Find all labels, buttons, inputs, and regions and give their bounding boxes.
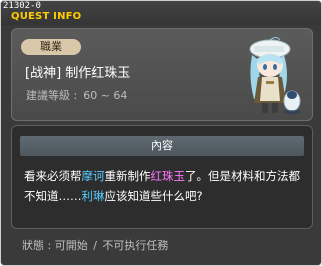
window-title: QUEST INFO xyxy=(11,11,82,22)
title-bar[interactable]: 21302-0 QUEST INFO xyxy=(1,1,321,25)
npc-portrait-icon xyxy=(249,37,301,114)
quest-name: [战神] 制作红珠玉 xyxy=(25,66,131,81)
npc-name-moka: 摩诃 xyxy=(81,169,105,183)
job-badge: 職業 xyxy=(21,39,81,55)
quest-summary-panel: 職業 [战神] 制作红珠玉 建議等級 : 60 ~ 64 xyxy=(11,28,313,121)
status-note: 不可执行任務 xyxy=(102,239,169,252)
desc-segment: 看来必须帮 xyxy=(24,169,82,183)
npc-name-lilin: 利琳 xyxy=(81,189,105,203)
content-header: 內容 xyxy=(20,136,304,156)
status-separator: / xyxy=(93,239,97,252)
status-value: 可開始 xyxy=(54,239,88,252)
quest-status: 狀態 : 可開始 / 不可执行任務 xyxy=(22,239,168,253)
quest-description: 看来必须帮摩诃重新制作红珠玉了。但是材料和方法都不知道……利琳应该知道些什么吧? xyxy=(24,166,308,206)
desc-segment: 应该知道些什么吧? xyxy=(104,189,203,203)
desc-segment: 重新制作 xyxy=(104,169,151,183)
quest-id: 21302-0 xyxy=(3,1,41,11)
quest-info-window: 21302-0 QUEST INFO 職業 [战神] 制作红珠玉 建議等級 : 6… xyxy=(0,0,322,266)
status-label: 狀態 : xyxy=(22,239,52,252)
quest-content-panel: 內容 看来必须帮摩诃重新制作红珠玉了。但是材料和方法都不知道……利琳应该知道些什… xyxy=(11,125,313,229)
item-name-red-jade: 红珠玉 xyxy=(150,169,186,183)
level-label: 建議等級 : xyxy=(26,89,78,102)
level-range: 60 ~ 64 xyxy=(83,89,128,102)
recommended-level: 建議等級 : 60 ~ 64 xyxy=(26,89,127,103)
